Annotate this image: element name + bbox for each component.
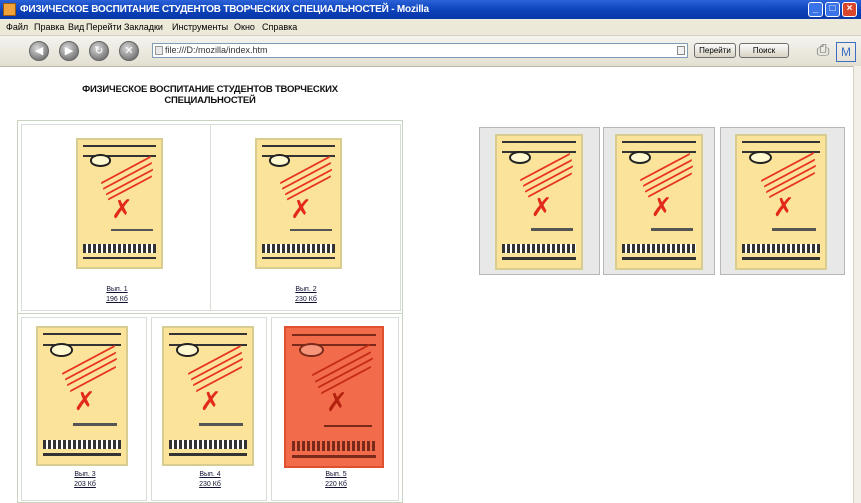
file-size-link[interactable]: 230 Кб [211,295,401,305]
maximize-button[interactable]: □ [825,2,840,17]
print-icon[interactable]: ⎙ [812,40,834,62]
menu-item-help[interactable]: Справка [262,19,297,35]
url-input[interactable]: file:///D:/mozilla/index.htm [152,43,688,58]
forward-button[interactable]: ▶ [59,41,79,61]
mozilla-throbber-icon[interactable]: M [836,42,856,62]
gallery-cell: ✗ Вып. 5 220 Кб [271,317,399,501]
file-size-link[interactable]: 220 Кб [272,480,400,490]
page-icon [155,46,163,55]
menu-bar: Файл Правка Вид Перейти Закладки Инструм… [0,19,861,36]
menu-item-bookmarks[interactable]: Закладки [124,19,163,35]
cover-caption: Вып. 5 220 Кб [272,470,400,490]
page-title-line1: ФИЗИЧЕСКОЕ ВОСПИТАНИЕ СТУДЕНТОВ ТВОРЧЕСК… [82,84,338,95]
issue-link[interactable]: Вып. 1 [22,285,212,295]
vertical-scrollbar[interactable] [853,66,861,503]
issue-link[interactable]: Вып. 5 [272,470,400,480]
gallery-cell: ✗ Вып. 4 230 Кб [151,317,267,501]
cover-caption: Вып. 4 230 Кб [152,470,268,490]
book-cover-image[interactable]: ✗ [76,138,163,269]
thumbnail-frame[interactable]: ✗ [720,127,845,275]
gallery-cell: ✗ Вып. 1 196 Кб [21,124,211,311]
back-button[interactable]: ◀ [29,41,49,61]
file-size-link[interactable]: 203 Кб [22,480,148,490]
book-cover-image[interactable]: ✗ [162,326,254,466]
thumbnail-frame[interactable]: ✗ [479,127,600,275]
cover-caption: Вып. 3 203 Кб [22,470,148,490]
thumbnail-frame[interactable]: ✗ [603,127,715,275]
cover-caption: Вып. 1 196 Кб [22,285,212,305]
window-title: ФИЗИЧЕСКОЕ ВОСПИТАНИЕ СТУДЕНТОВ ТВОРЧЕСК… [20,4,429,15]
mozilla-app-icon [3,3,16,16]
minimize-button[interactable]: _ [808,2,823,17]
issue-link[interactable]: Вып. 3 [22,470,148,480]
menu-item-view[interactable]: Вид [68,19,84,35]
thumbnail-cover-image[interactable]: ✗ [495,134,583,270]
gallery-cell: ✗ Вып. 3 203 Кб [21,317,147,501]
file-size-link[interactable]: 230 Кб [152,480,268,490]
thumbnail-cover-image[interactable]: ✗ [615,134,703,270]
book-cover-image-selected[interactable]: ✗ [284,326,384,468]
page-title: ФИЗИЧЕСКОЕ ВОСПИТАНИЕ СТУДЕНТОВ ТВОРЧЕСК… [60,84,360,106]
search-button[interactable]: Поиск [739,43,789,58]
close-button[interactable]: × [842,2,857,17]
url-dropdown-icon[interactable] [677,46,685,55]
thumbnail-cover-image[interactable]: ✗ [735,134,827,270]
menu-item-window[interactable]: Окно [234,19,255,35]
file-size-link[interactable]: 196 Кб [22,295,212,305]
gallery-divider [18,313,402,314]
menu-item-edit[interactable]: Правка [34,19,64,35]
book-cover-image[interactable]: ✗ [36,326,128,466]
go-button[interactable]: Перейти [694,43,736,58]
thumbnail-strip: ✗ ✗ ✗ [479,127,846,275]
cover-caption: Вып. 2 230 Кб [211,285,401,305]
gallery-cell: ✗ Вып. 2 230 Кб [211,124,401,311]
issue-link[interactable]: Вып. 4 [152,470,268,480]
window-titlebar: ФИЗИЧЕСКОЕ ВОСПИТАНИЕ СТУДЕНТОВ ТВОРЧЕСК… [0,0,861,19]
reload-button[interactable]: ↻ [89,41,109,61]
stop-button[interactable]: ✕ [119,41,139,61]
navigation-toolbar: ◀ ▶ ↻ ✕ file:///D:/mozilla/index.htm Пер… [0,36,861,67]
issue-link[interactable]: Вып. 2 [211,285,401,295]
menu-item-file[interactable]: Файл [6,19,28,35]
menu-item-tools[interactable]: Инструменты [172,19,228,35]
menu-item-go[interactable]: Перейти [86,19,122,35]
url-text: file:///D:/mozilla/index.htm [165,45,268,55]
book-cover-image[interactable]: ✗ [255,138,342,269]
cover-gallery: ✗ Вып. 1 196 Кб ✗ Вып. 2 230 Кб ✗ Вып. 3… [17,120,403,503]
page-title-line2: СПЕЦИАЛЬНОСТЕЙ [164,95,256,106]
